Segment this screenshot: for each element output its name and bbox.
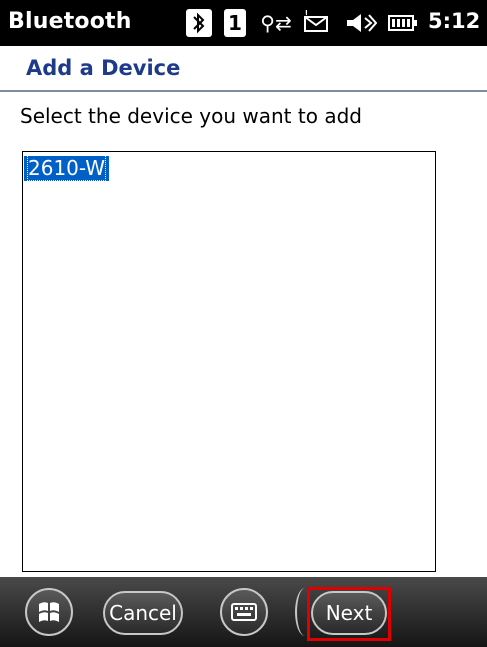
network-icon[interactable]: ⚲⇄ bbox=[258, 9, 294, 37]
keyboard-icon bbox=[231, 603, 257, 621]
volume-icon[interactable] bbox=[344, 9, 378, 37]
keyboard-button[interactable] bbox=[220, 588, 268, 636]
page-header: Add a Device bbox=[0, 46, 487, 90]
channel-icon[interactable]: 1 bbox=[224, 9, 246, 37]
clock[interactable]: 5:12 bbox=[428, 9, 480, 33]
bottom-menu-bar: Cancel Next bbox=[0, 577, 487, 647]
app-title: Bluetooth bbox=[8, 9, 132, 34]
page-title: Add a Device bbox=[26, 56, 181, 80]
next-button-highlight bbox=[307, 587, 391, 641]
instruction-text: Select the device you want to add bbox=[20, 104, 362, 128]
message-icon[interactable]: ! bbox=[300, 9, 334, 37]
device-list[interactable]: 2610-W bbox=[22, 151, 436, 572]
title-bar: Bluetooth 1 ⚲⇄ ! 5:12 bbox=[0, 0, 487, 46]
device-list-item[interactable]: 2610-W bbox=[24, 155, 110, 181]
windows-logo-icon bbox=[39, 602, 59, 622]
start-button[interactable] bbox=[25, 588, 73, 636]
selected-device-label: 2610-W bbox=[26, 155, 107, 181]
svg-text:!: ! bbox=[304, 10, 309, 21]
battery-icon[interactable] bbox=[388, 9, 418, 37]
cancel-button[interactable]: Cancel bbox=[103, 591, 183, 635]
bluetooth-icon[interactable] bbox=[186, 9, 212, 37]
header-divider bbox=[0, 90, 487, 92]
